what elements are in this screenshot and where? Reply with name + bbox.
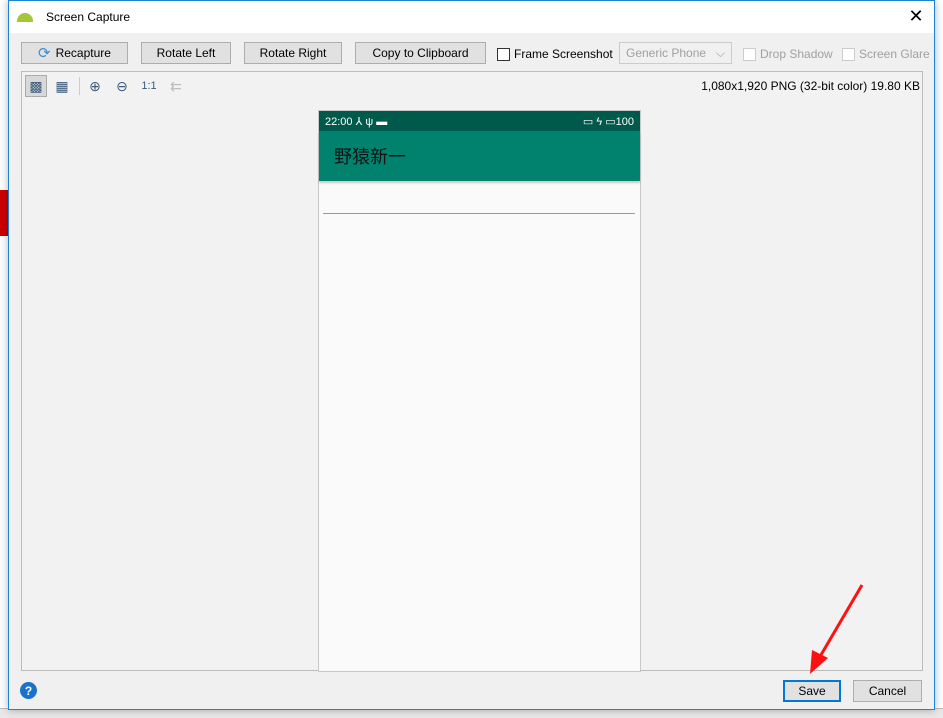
red-arrow-annotation <box>810 584 864 674</box>
arrow-head <box>810 650 828 674</box>
arrow-shaft <box>816 584 864 661</box>
